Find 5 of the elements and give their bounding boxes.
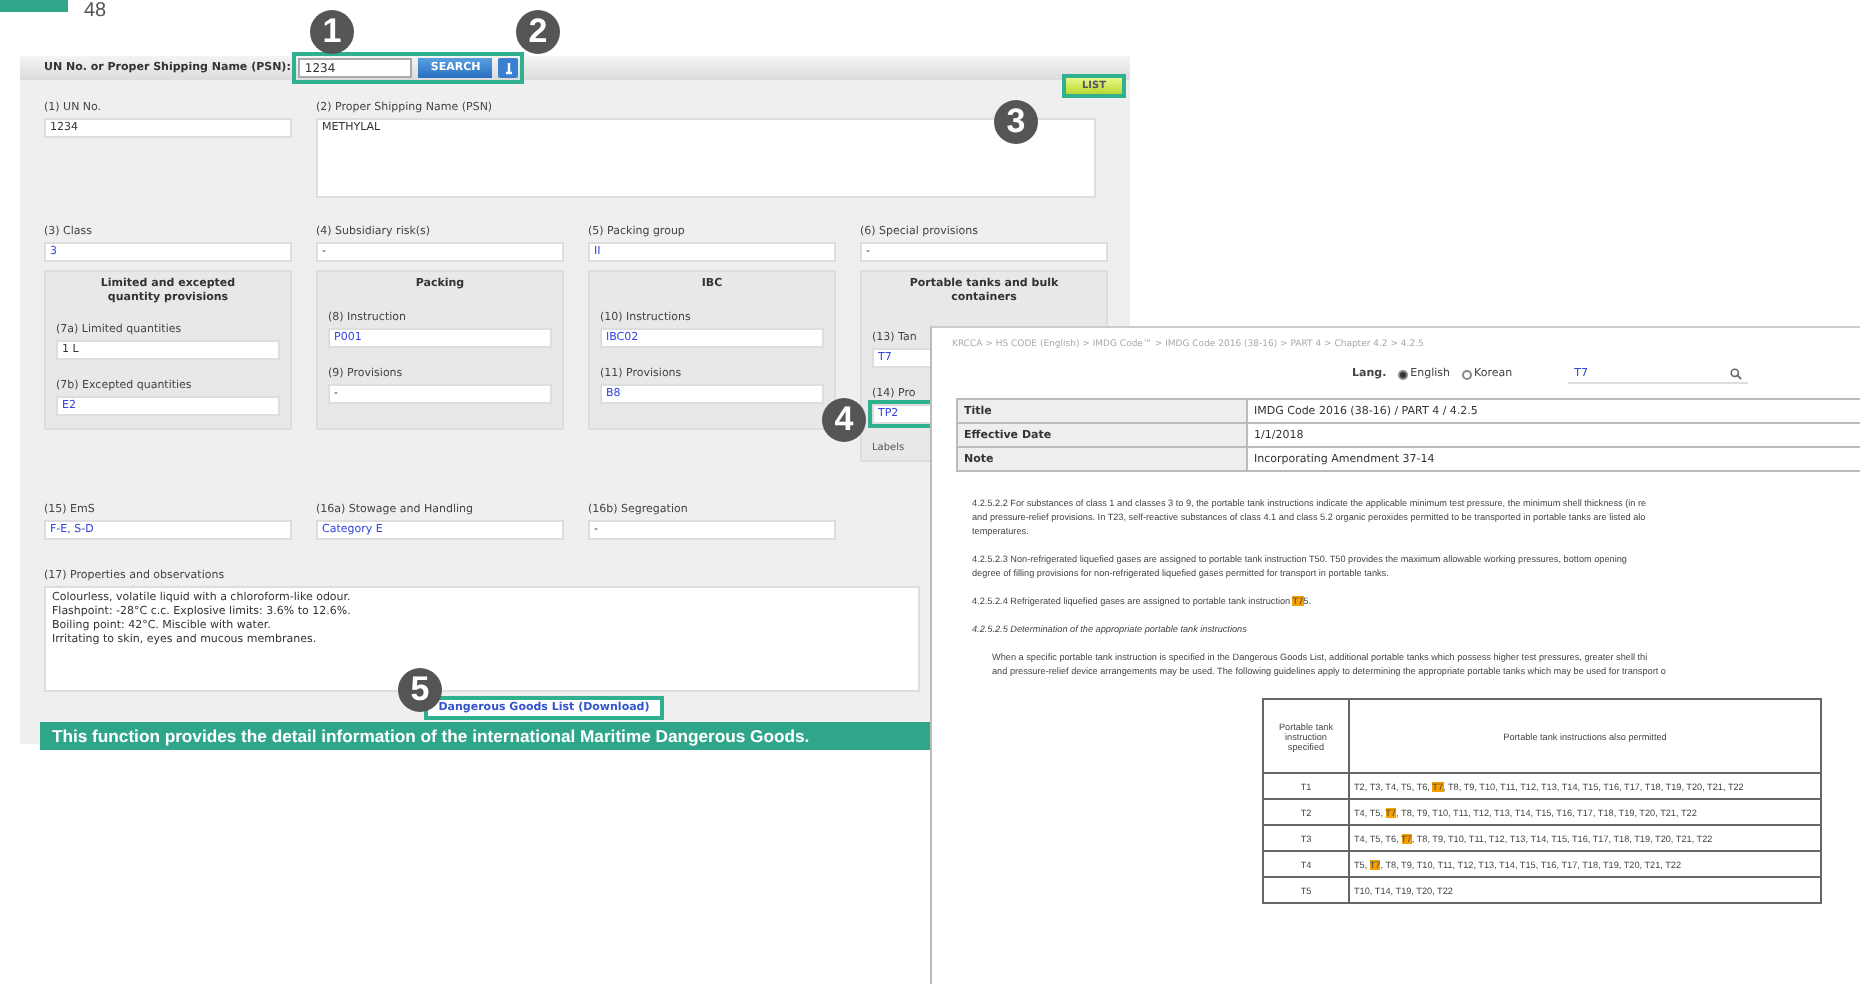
callout-number: 1 [310, 10, 354, 54]
info-icon[interactable] [498, 58, 519, 78]
callout-number: 2 [516, 10, 560, 54]
page-number: 48 [84, 0, 107, 22]
search-icon[interactable] [1730, 367, 1743, 379]
